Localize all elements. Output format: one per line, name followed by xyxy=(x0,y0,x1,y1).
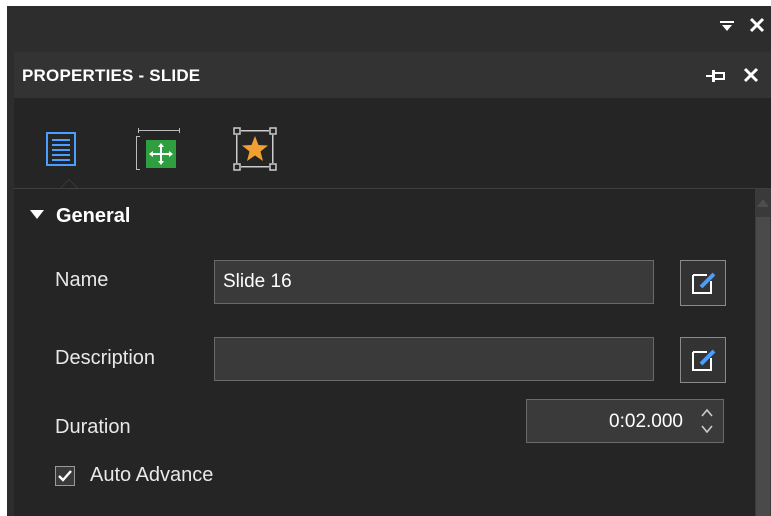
scroll-thumb[interactable] xyxy=(756,217,770,516)
description-field[interactable] xyxy=(214,337,654,381)
edit-icon xyxy=(692,349,716,371)
move-icon xyxy=(136,128,180,170)
panel-header: PROPERTIES - SLIDE xyxy=(14,52,771,98)
left-edge xyxy=(7,52,14,516)
properties-window: PROPERTIES - SLIDE General Name Slide 16… xyxy=(7,6,771,516)
panel-title: PROPERTIES - SLIDE xyxy=(22,66,201,85)
pin-icon[interactable] xyxy=(706,67,726,87)
tab-selection-indicator xyxy=(60,179,78,188)
window-close-icon[interactable] xyxy=(748,16,766,38)
window-title-bar xyxy=(7,6,771,52)
property-tabs xyxy=(14,98,771,189)
properties-panel: PROPERTIES - SLIDE General Name Slide 16… xyxy=(14,52,771,516)
name-label: Name xyxy=(55,269,109,291)
section-title: General xyxy=(56,205,131,227)
dropdown-arrow-icon[interactable] xyxy=(719,18,735,38)
collapse-triangle-icon xyxy=(30,210,44,220)
duration-spinner[interactable]: 0:02.000 xyxy=(526,399,724,443)
auto-advance-label[interactable]: Auto Advance xyxy=(90,464,213,487)
tab-general-properties[interactable] xyxy=(46,132,90,176)
vertical-scrollbar[interactable] xyxy=(755,189,771,516)
description-label: Description xyxy=(55,347,156,369)
edit-name-button[interactable] xyxy=(680,260,726,306)
list-icon xyxy=(46,132,76,166)
duration-value[interactable]: 0:02.000 xyxy=(609,411,683,433)
spinner-arrows[interactable] xyxy=(699,406,715,436)
edit-description-button[interactable] xyxy=(680,337,726,383)
tab-size-position[interactable] xyxy=(136,128,180,172)
checkmark-icon xyxy=(58,470,72,482)
tab-effects[interactable] xyxy=(232,126,277,171)
scroll-up-icon[interactable] xyxy=(757,199,769,207)
star-icon xyxy=(233,127,277,171)
panel-close-icon[interactable] xyxy=(742,66,760,88)
auto-advance-checkbox[interactable] xyxy=(55,466,75,486)
spinner-icon xyxy=(701,408,713,434)
section-header-general[interactable]: General xyxy=(30,205,130,228)
duration-label: Duration xyxy=(55,416,131,438)
general-section: General Name Description Duration 0 xyxy=(14,189,752,516)
edit-icon xyxy=(692,272,716,294)
name-field[interactable] xyxy=(214,260,654,304)
